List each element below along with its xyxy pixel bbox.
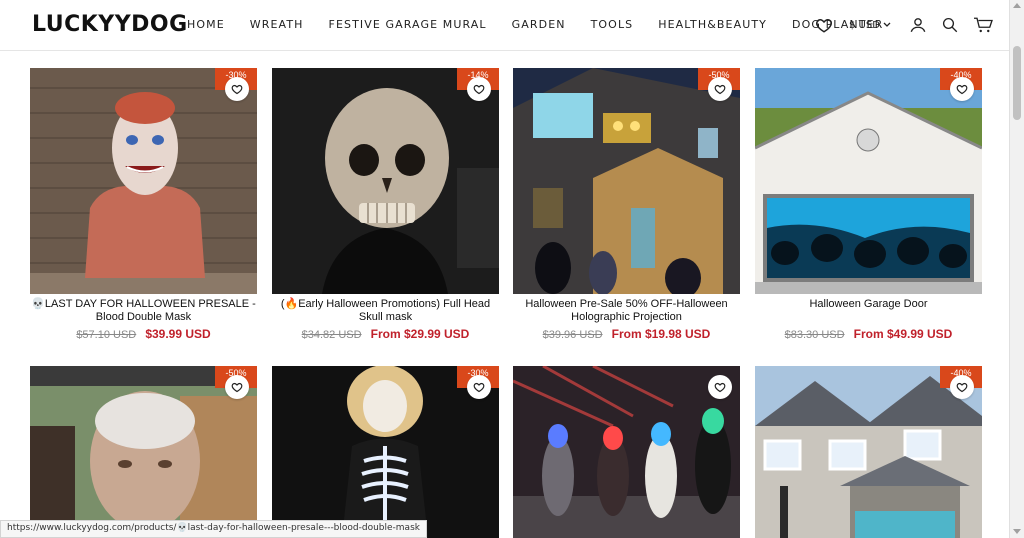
heart-icon bbox=[473, 84, 485, 95]
wishlist-button[interactable] bbox=[708, 375, 732, 399]
page-scrollbar[interactable] bbox=[1009, 0, 1024, 538]
heart-icon bbox=[714, 84, 726, 95]
product-title[interactable]: Halloween Pre-Sale 50% OFF-Halloween Hol… bbox=[513, 298, 740, 324]
heart-icon bbox=[956, 84, 968, 95]
currency-label: $ USD bbox=[849, 19, 880, 31]
product-image[interactable]: -30% bbox=[30, 68, 257, 294]
product-price: $39.96 USD From $19.98 USD bbox=[513, 327, 740, 341]
chevron-down-icon bbox=[883, 22, 891, 27]
product-image[interactable]: -50% bbox=[30, 366, 257, 538]
product-card[interactable]: -50% Halloween Pre-Sale 50% OFF-Hallowee… bbox=[513, 68, 740, 341]
compare-price: $83.30 USD bbox=[784, 329, 845, 341]
heart-icon bbox=[231, 84, 243, 95]
product-image[interactable] bbox=[513, 366, 740, 538]
wishlist-button[interactable] bbox=[467, 77, 491, 101]
product-price: $83.30 USD From $49.99 USD bbox=[755, 327, 982, 341]
heart-icon bbox=[956, 382, 968, 393]
heart-icon bbox=[231, 382, 243, 393]
wishlist-heart-icon[interactable] bbox=[815, 16, 833, 34]
main-nav: HOME WREATH FESTIVE GARAGE MURAL GARDEN … bbox=[187, 18, 908, 31]
nav-garden[interactable]: GARDEN bbox=[512, 18, 566, 31]
currency-selector[interactable]: $ USD bbox=[849, 20, 891, 31]
product-title[interactable]: (🔥Early Halloween Promotions) Full Head … bbox=[272, 298, 499, 324]
sale-price: From $49.99 USD bbox=[853, 327, 953, 341]
account-icon[interactable] bbox=[909, 16, 927, 34]
product-card[interactable]: -30% bbox=[272, 366, 499, 538]
product-price: $57.10 USD $39.99 USD bbox=[30, 327, 257, 341]
nav-home[interactable]: HOME bbox=[187, 18, 225, 31]
wishlist-button[interactable] bbox=[225, 375, 249, 399]
wishlist-button[interactable] bbox=[950, 375, 974, 399]
link-status-bar: https://www.luckyydog.com/products/💀last… bbox=[0, 520, 427, 538]
cart-icon[interactable] bbox=[973, 16, 993, 34]
scroll-up-arrow-icon[interactable] bbox=[1013, 3, 1021, 8]
product-image[interactable]: -14% bbox=[272, 68, 499, 294]
compare-price: $39.96 USD bbox=[542, 329, 603, 341]
site-logo[interactable]: LUCKYYDOG bbox=[32, 12, 188, 37]
product-title[interactable]: Halloween Garage Door bbox=[755, 298, 982, 324]
product-card[interactable]: -30% 💀LAST DAY FOR HALLOWEEN PRESALE - B… bbox=[30, 68, 257, 341]
compare-price: $57.10 USD bbox=[76, 329, 137, 341]
nav-health-beauty[interactable]: HEALTH&BEAUTY bbox=[658, 18, 767, 31]
sale-price: $39.99 USD bbox=[145, 327, 211, 341]
wishlist-button[interactable] bbox=[225, 77, 249, 101]
product-image[interactable]: -50% bbox=[513, 68, 740, 294]
header-icons: $ USD bbox=[815, 16, 993, 34]
wishlist-button[interactable] bbox=[950, 77, 974, 101]
site-header: LUCKYYDOG HOME WREATH FESTIVE GARAGE MUR… bbox=[0, 0, 1010, 51]
search-icon[interactable] bbox=[941, 16, 959, 34]
product-card[interactable]: -50% bbox=[30, 366, 257, 538]
product-card[interactable]: -14% (🔥Early Halloween Promotions) Full … bbox=[272, 68, 499, 341]
product-image[interactable]: -40% bbox=[755, 68, 982, 294]
sale-price: From $29.99 USD bbox=[370, 327, 470, 341]
product-card[interactable] bbox=[513, 366, 740, 538]
nav-wreath[interactable]: WREATH bbox=[250, 18, 304, 31]
heart-icon bbox=[714, 382, 726, 393]
nav-tools[interactable]: TOOLS bbox=[591, 18, 634, 31]
compare-price: $34.82 USD bbox=[301, 329, 362, 341]
product-card[interactable]: -40% bbox=[755, 366, 982, 538]
wishlist-button[interactable] bbox=[708, 77, 732, 101]
scroll-thumb[interactable] bbox=[1013, 46, 1021, 120]
nav-festive-garage-mural[interactable]: FESTIVE GARAGE MURAL bbox=[329, 18, 487, 31]
wishlist-button[interactable] bbox=[467, 375, 491, 399]
sale-price: From $19.98 USD bbox=[611, 327, 711, 341]
heart-icon bbox=[473, 382, 485, 393]
product-price: $34.82 USD From $29.99 USD bbox=[272, 327, 499, 341]
product-card[interactable]: -40% Halloween Garage Door $83.30 USD Fr… bbox=[755, 68, 982, 341]
product-title[interactable]: 💀LAST DAY FOR HALLOWEEN PRESALE - Blood … bbox=[30, 298, 257, 324]
product-image[interactable]: -40% bbox=[755, 366, 982, 538]
scroll-down-arrow-icon[interactable] bbox=[1013, 529, 1021, 534]
product-image[interactable]: -30% bbox=[272, 366, 499, 538]
